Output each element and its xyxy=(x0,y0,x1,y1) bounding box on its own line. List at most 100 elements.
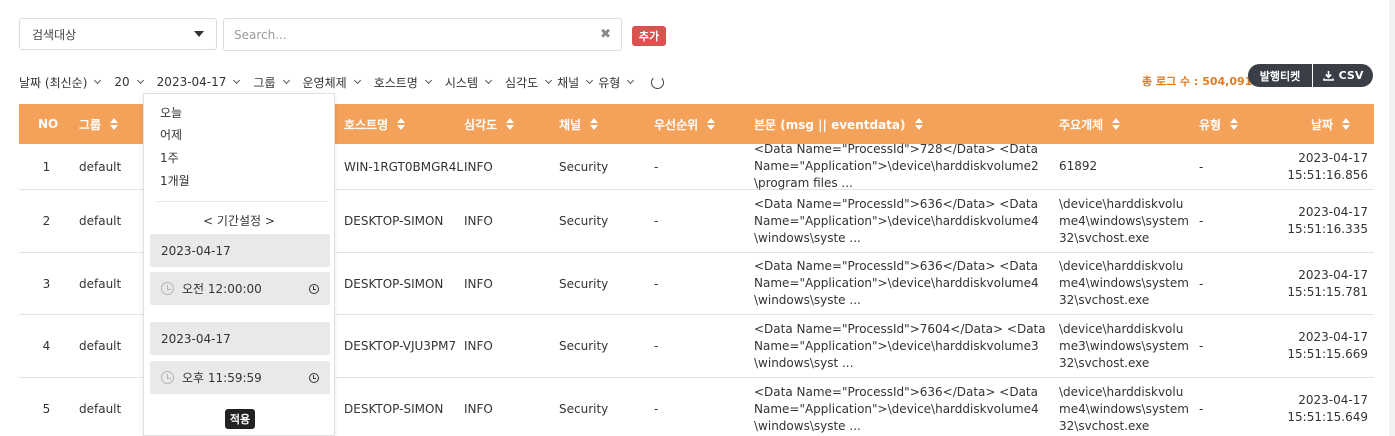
quick-option-1-week[interactable]: 1주 xyxy=(160,149,179,166)
sort-icon xyxy=(506,118,515,130)
filter-label: 20 xyxy=(114,75,130,89)
column-label: 우선순위 xyxy=(654,117,699,132)
filter-label: 날짜 (최신순) xyxy=(19,75,88,90)
col-hostname[interactable]: 호스트명 xyxy=(344,104,406,144)
refresh-icon[interactable] xyxy=(651,75,665,89)
filter-date[interactable]: 2023-04-17 xyxy=(156,75,241,89)
cell-no: 2 xyxy=(42,214,51,228)
vertical-scrollbar[interactable] xyxy=(1389,0,1395,436)
cell-body: <Data Name="ProcessId">636</Data> <Data … xyxy=(754,196,1039,245)
issue-ticket-button[interactable]: 발행티켓 xyxy=(1248,64,1312,87)
time-value: 15:51:15.781 xyxy=(1287,284,1368,299)
chevron-down-icon xyxy=(282,76,290,85)
cell-severity: INFO xyxy=(464,159,493,174)
chevron-down-icon xyxy=(627,76,635,85)
cell-body: <Data Name="ProcessId">636</Data> <Data … xyxy=(754,384,1039,433)
cell-date: 2023-04-17 15:51:16.335 xyxy=(1259,190,1368,252)
search-scope-select[interactable]: 검색대상 xyxy=(19,18,217,50)
filter-label: 유형 xyxy=(598,75,621,90)
caret-down-icon xyxy=(194,31,204,37)
search-input[interactable] xyxy=(234,27,601,42)
sort-icon xyxy=(590,118,599,130)
chevron-down-icon xyxy=(545,76,553,85)
date-value: 2023-04-17 xyxy=(1298,267,1368,282)
csv-export-button[interactable]: CSV xyxy=(1313,64,1373,87)
divider xyxy=(156,201,328,202)
column-label: 심각도 xyxy=(464,117,498,132)
cell-channel: Security xyxy=(559,214,609,228)
time-value: 15:51:15.649 xyxy=(1287,410,1368,424)
cell-channel: Security xyxy=(559,159,609,174)
cell-no: 5 xyxy=(42,402,51,416)
time-value: 15:51:15.669 xyxy=(1287,347,1368,361)
cell-group: default xyxy=(79,159,122,174)
clock-picker-icon[interactable] xyxy=(309,283,319,294)
cell-type: - xyxy=(1199,159,1204,174)
time-value: 15:51:16.856 xyxy=(1287,167,1368,182)
start-time-field[interactable]: 오전 12:00:00 xyxy=(150,272,330,305)
apply-button[interactable]: 적용 xyxy=(225,409,255,429)
filter-hostname[interactable]: 호스트명 xyxy=(374,74,432,91)
clock-picker-icon[interactable] xyxy=(309,372,319,383)
cell-body: <Data Name="ProcessId">636</Data> <Data … xyxy=(754,259,1039,307)
total-log-count: 총 로그 수 : 504,091 xyxy=(1142,75,1253,88)
cell-date: 2023-04-17 15:51:15.669 xyxy=(1259,315,1368,377)
filter-os[interactable]: 운영체제 xyxy=(302,74,361,91)
clear-icon[interactable]: ✖ xyxy=(600,27,611,42)
cell-group: default xyxy=(79,339,122,353)
filter-channel[interactable]: 채널 xyxy=(557,74,594,91)
cell-group: default xyxy=(79,214,122,228)
cell-body: <Data Name="ProcessId">728</Data> <Data … xyxy=(754,142,1039,190)
add-button[interactable]: 추가 xyxy=(632,26,666,46)
cell-no: 1 xyxy=(42,159,51,174)
sort-icon xyxy=(707,118,716,130)
column-label: NO xyxy=(38,117,59,131)
cell-hostname: DESKTOP-VJU3PM7 xyxy=(344,339,457,353)
chevron-down-icon xyxy=(424,76,432,85)
quick-option-1-month[interactable]: 1개월 xyxy=(160,172,190,189)
col-no[interactable]: NO xyxy=(38,104,58,144)
cell-entity: \device\harddiskvolume4\windows\system32… xyxy=(1059,196,1189,245)
filter-sort[interactable]: 날짜 (최신순) xyxy=(19,74,102,91)
sort-icon xyxy=(397,118,406,130)
sort-icon xyxy=(1112,118,1121,130)
filter-system[interactable]: 시스템 xyxy=(444,74,493,91)
cell-entity: \device\harddiskvolume4\windows\system32… xyxy=(1059,259,1189,307)
cell-priority: - xyxy=(654,402,659,416)
start-date-field[interactable]: 2023-04-17 xyxy=(150,234,330,267)
col-entity[interactable]: 주요개체 xyxy=(1059,104,1121,144)
col-group[interactable]: 그룹 xyxy=(79,104,119,144)
col-body[interactable]: 본문 (msg || eventdata) xyxy=(754,104,923,144)
col-severity[interactable]: 심각도 xyxy=(464,104,515,144)
date-value: 2023-04-17 xyxy=(1298,150,1368,165)
cell-hostname: DESKTOP-SIMON xyxy=(344,402,444,416)
filter-severity[interactable]: 심각도 xyxy=(505,74,553,91)
clock-icon xyxy=(161,371,174,384)
cell-type: - xyxy=(1199,402,1204,416)
sort-icon xyxy=(914,118,923,130)
col-channel[interactable]: 채널 xyxy=(559,104,599,144)
quick-option-today[interactable]: 오늘 xyxy=(160,104,182,121)
col-date[interactable]: 날짜 xyxy=(1311,104,1351,144)
quick-option-yesterday[interactable]: 어제 xyxy=(160,126,182,143)
end-date-value: 2023-04-17 xyxy=(161,331,231,346)
cell-severity: INFO xyxy=(464,339,493,353)
column-label: 유형 xyxy=(1199,117,1222,132)
filter-page-size[interactable]: 20 xyxy=(114,75,144,89)
cell-group: default xyxy=(79,402,122,416)
end-time-field[interactable]: 오후 11:59:59 xyxy=(150,361,330,394)
col-type[interactable]: 유형 xyxy=(1199,104,1239,144)
cell-severity: INFO xyxy=(464,276,493,291)
filter-label: 운영체제 xyxy=(302,75,347,90)
search-box: ✖ xyxy=(223,18,622,51)
end-date-field[interactable]: 2023-04-17 xyxy=(150,322,330,355)
filter-label: 2023-04-17 xyxy=(156,75,227,89)
filter-label: 시스템 xyxy=(444,75,478,90)
col-priority[interactable]: 우선순위 xyxy=(654,104,716,144)
column-label: 그룹 xyxy=(79,117,102,132)
cell-priority: - xyxy=(654,276,659,291)
range-setting-title: < 기간설정 > xyxy=(203,214,275,228)
filter-type[interactable]: 유형 xyxy=(598,74,635,91)
chevron-down-icon xyxy=(233,76,241,85)
filter-group[interactable]: 그룹 xyxy=(253,74,290,91)
